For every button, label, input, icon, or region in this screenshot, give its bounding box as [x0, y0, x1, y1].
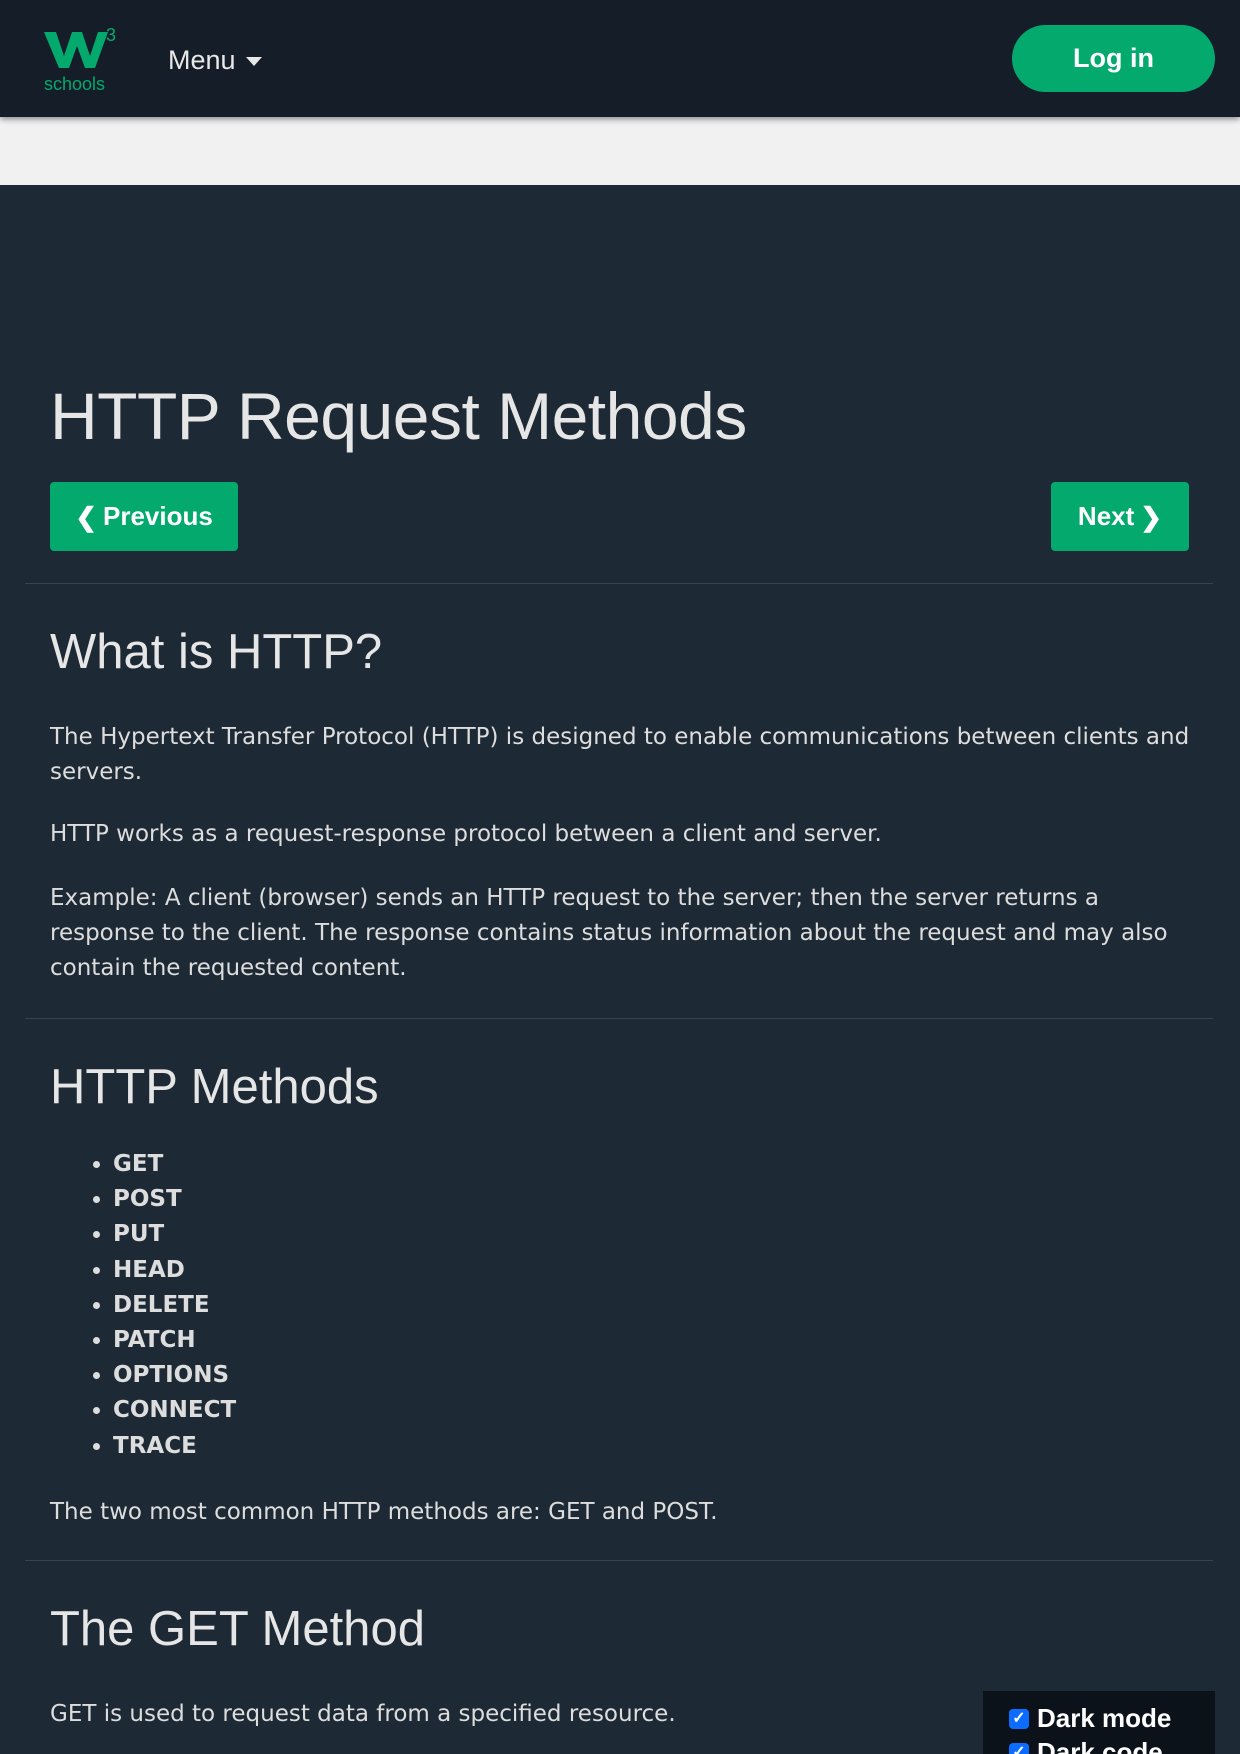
ad-banner-area — [0, 117, 1240, 185]
section-divider — [25, 583, 1213, 584]
top-navigation-bar: 3 schools Menu Log in — [0, 0, 1240, 117]
list-item: PUT — [113, 1217, 236, 1252]
logo-text: schools — [44, 74, 105, 94]
dark-code-toggle[interactable]: ✓ Dark code — [1009, 1737, 1163, 1754]
paragraph-example: Example: A client (browser) sends an HTT… — [50, 885, 1168, 981]
paragraph-common-methods: The two most common HTTP methods are: GE… — [50, 1499, 718, 1525]
next-button[interactable]: Next ❯ — [1051, 482, 1189, 551]
caret-down-icon — [245, 57, 262, 66]
previous-label: Previous — [102, 501, 213, 531]
section-divider — [25, 1560, 1213, 1561]
http-methods-list: GET POST PUT HEAD DELETE PATCH OPTIONS C… — [50, 1147, 236, 1464]
w3schools-logo[interactable]: 3 schools — [42, 24, 122, 96]
chevron-right-icon: ❯ — [1140, 501, 1163, 532]
dark-mode-panel: ✓ Dark mode ✓ Dark code — [983, 1691, 1215, 1754]
previous-button[interactable]: ❮ Previous — [50, 482, 238, 551]
page-title: HTTP Request Methods — [50, 379, 747, 453]
menu-label: Menu — [168, 44, 236, 75]
dark-mode-toggle[interactable]: ✓ Dark mode — [1009, 1703, 1171, 1734]
login-button[interactable]: Log in — [1012, 25, 1215, 92]
section-heading-what-is-http: What is HTTP? — [50, 625, 383, 679]
checkbox-checked-icon[interactable]: ✓ — [1009, 1708, 1029, 1729]
list-item: OPTIONS — [113, 1358, 236, 1393]
logo-superscript: 3 — [106, 25, 116, 45]
dark-code-label: Dark code — [1037, 1737, 1163, 1754]
list-item: HEAD — [113, 1253, 236, 1288]
section-heading-http-methods: HTTP Methods — [50, 1060, 379, 1114]
list-item: TRACE — [113, 1429, 236, 1464]
section-heading-get-method: The GET Method — [50, 1602, 425, 1656]
dark-mode-label: Dark mode — [1037, 1703, 1172, 1733]
section-divider — [25, 1018, 1213, 1019]
checkbox-checked-icon[interactable]: ✓ — [1009, 1742, 1029, 1754]
paragraph-request-response: HTTP works as a request-response protoco… — [50, 821, 882, 847]
paragraph-http-definition: The Hypertext Transfer Protocol (HTTP) i… — [50, 724, 1190, 785]
menu-button[interactable]: Menu — [168, 40, 262, 80]
w3schools-logo-icon: 3 schools — [44, 25, 116, 94]
list-item: CONNECT — [113, 1393, 236, 1428]
chevron-left-icon: ❮ — [75, 501, 97, 532]
list-item: POST — [113, 1182, 236, 1217]
list-item: DELETE — [113, 1288, 236, 1323]
list-item: GET — [113, 1147, 236, 1182]
list-item: PATCH — [113, 1323, 236, 1358]
next-label: Next — [1077, 501, 1135, 531]
